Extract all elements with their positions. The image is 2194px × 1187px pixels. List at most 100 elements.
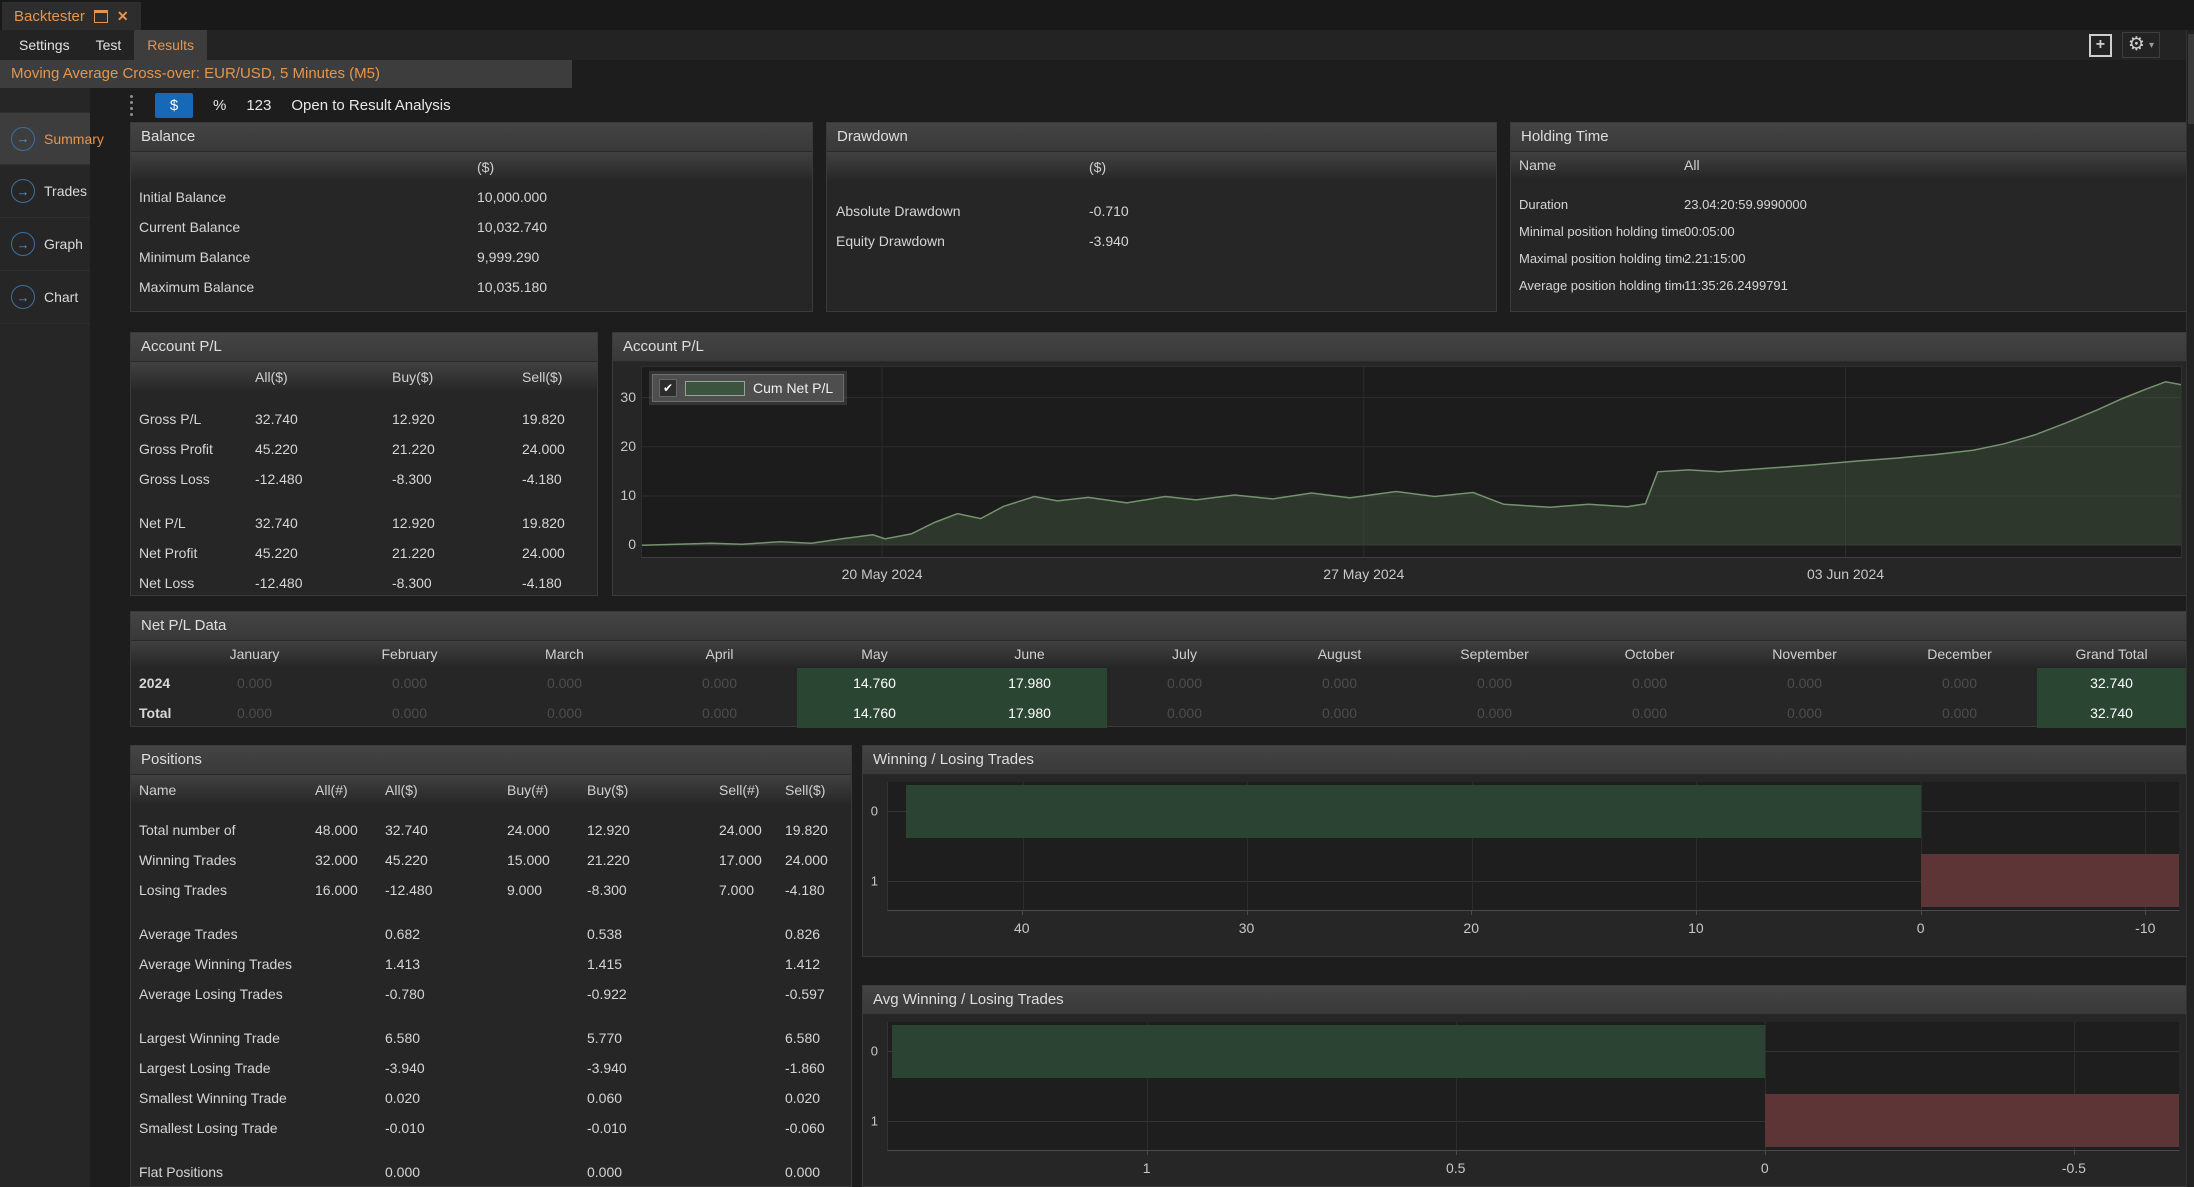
drag-handle[interactable]: [128, 95, 135, 116]
table-row: Equity Drawdown -3.940: [827, 226, 1496, 256]
buy-value: 12.920: [392, 404, 522, 434]
table-row: Winning Trades 32.000 45.220 15.000 21.2…: [131, 845, 851, 875]
all-amount: -0.010: [385, 1113, 507, 1143]
axis-tick: [1022, 910, 1023, 915]
chevron-down-icon: ▾: [2149, 40, 2154, 51]
y-category-label: 0: [871, 1044, 878, 1059]
sidebar-item[interactable]: → Summary: [0, 112, 90, 165]
settings-button[interactable]: ⚙ ▾: [2122, 32, 2160, 58]
month-value: 0.000: [1882, 668, 2037, 698]
table-row: Gross Loss -12.480 -8.300 -4.180: [131, 464, 597, 494]
table-row: Net P/L 32.740 12.920 19.820: [131, 508, 597, 538]
scrollbar-track[interactable]: [2186, 30, 2194, 1187]
all-amount: 1.413: [385, 949, 507, 979]
losing-bar: [1765, 1094, 2179, 1148]
menu-tab[interactable]: Settings: [6, 30, 83, 60]
buy-value: [392, 494, 522, 508]
table-row: Total 0.000 0.000 0.000 0.000 14.760 17.…: [131, 698, 2186, 728]
open-result-analysis-button[interactable]: Open to Result Analysis: [291, 97, 450, 114]
table-row: Largest Winning Trade 6.580 5.770 6.580: [131, 1023, 851, 1053]
y-category-label: 0: [871, 804, 878, 819]
grand-total-value: 32.740: [2037, 698, 2186, 728]
sell-value: -4.180: [522, 464, 597, 494]
close-icon[interactable]: ✕: [117, 8, 129, 25]
all-count: [315, 1083, 385, 1113]
balance-panel: Balance ($) Initial Balance 10,000.000 C…: [130, 122, 813, 312]
month-column-header: April: [642, 641, 797, 668]
sell-amount: [785, 1009, 851, 1023]
pips-mode-button[interactable]: 123: [246, 97, 271, 114]
row-label: Largest Winning Trade: [139, 1023, 315, 1053]
buy-amount: 21.220: [587, 845, 719, 875]
menu-tab[interactable]: Results: [134, 30, 207, 60]
col-spacer: [139, 152, 477, 182]
table-row: [131, 1143, 851, 1157]
sell-count: [719, 919, 785, 949]
sidebar-item[interactable]: → Graph: [0, 218, 90, 271]
buy-count: [507, 905, 587, 919]
row-label: Minimal position holding time: [1519, 218, 1684, 245]
account-pl-table-panel: Account P/L All($) Buy($) Sell($) Gross …: [130, 332, 598, 596]
sell-count: [719, 1053, 785, 1083]
grand-total-value: 32.740: [2037, 668, 2186, 698]
table-row: Maximal position holding time 2.21:15:00: [1511, 245, 2186, 272]
sidebar-item[interactable]: → Trades: [0, 165, 90, 218]
drawdown-panel: Drawdown ($) Absolute Drawdown -0.710 Eq…: [826, 122, 1497, 312]
legend-swatch: [685, 381, 745, 396]
table-row: Smallest Losing Trade -0.010 -0.010 -0.0…: [131, 1113, 851, 1143]
panel-title: Holding Time: [1511, 123, 2186, 152]
percent-mode-button[interactable]: %: [213, 97, 226, 114]
buy-amount: 0.060: [587, 1083, 719, 1113]
row-label: Initial Balance: [139, 182, 477, 212]
add-panel-button[interactable]: +: [2089, 34, 2112, 57]
x-tick-label: 10: [1688, 920, 1704, 936]
tab-title: Backtester: [14, 8, 85, 25]
all-count: 32.000: [315, 845, 385, 875]
chart-legend[interactable]: ✔ Cum Net P/L: [652, 374, 844, 402]
sell-amount: 1.412: [785, 949, 851, 979]
x-tick-label: 0: [1917, 920, 1925, 936]
month-value: 14.760: [797, 668, 952, 698]
row-label: Gross Loss: [139, 464, 255, 494]
menu-tab[interactable]: Test: [83, 30, 135, 60]
buy-amount: [587, 905, 719, 919]
month-value: 0.000: [1727, 698, 1882, 728]
currency-mode-button[interactable]: $: [155, 93, 193, 118]
all-amount: -0.780: [385, 979, 507, 1009]
buy-amount: 0.538: [587, 919, 719, 949]
all-count: [315, 949, 385, 979]
row-label: Net P/L: [139, 508, 255, 538]
cum-net-pl-series: [642, 367, 2181, 557]
row-value: -0.710: [1089, 196, 1496, 226]
sell-amount: 0.000: [785, 1157, 851, 1187]
backtester-tab[interactable]: Backtester ✕: [2, 2, 141, 30]
month-column-header: May: [797, 641, 952, 668]
col-spacer: [836, 152, 1089, 182]
buy-amount: 5.770: [587, 1023, 719, 1053]
x-tick-label: -10: [2135, 920, 2155, 936]
legend-checkbox[interactable]: ✔: [659, 379, 677, 397]
losing-bar: [1921, 854, 2179, 908]
month-header-row: JanuaryFebruaryMarchAprilMayJuneJulyAugu…: [131, 641, 2186, 668]
month-value: 0.000: [1107, 668, 1262, 698]
net-pl-table: 2024 0.000 0.000 0.000 0.000 14.760 17.9…: [131, 668, 2186, 728]
buy-count: 9.000: [507, 875, 587, 905]
month-value: 0.000: [1572, 698, 1727, 728]
title-bar: Backtester ✕: [0, 0, 2194, 30]
buy-amount: 12.920: [587, 815, 719, 845]
buy-count: [507, 1143, 587, 1157]
sidebar-item[interactable]: → Chart: [0, 271, 90, 324]
positions-header-row: NameAll(#)All($)Buy(#)Buy($)Sell(#)Sell(…: [131, 775, 851, 805]
month-value: 0.000: [1882, 698, 2037, 728]
scrollbar-thumb[interactable]: [2188, 34, 2194, 124]
positions-column-header: All(#): [315, 775, 385, 805]
row-label: Net Profit: [139, 538, 255, 568]
all-value: 45.220: [255, 434, 392, 464]
axis-tick: [1247, 910, 1248, 915]
restore-window-icon[interactable]: [94, 10, 108, 23]
month-value: 0.000: [177, 698, 332, 728]
unit-column-header: ($): [1089, 152, 1496, 182]
buy-count: [507, 1113, 587, 1143]
panel-title: Positions: [131, 746, 851, 775]
sidebar-item-label: Graph: [44, 236, 83, 252]
